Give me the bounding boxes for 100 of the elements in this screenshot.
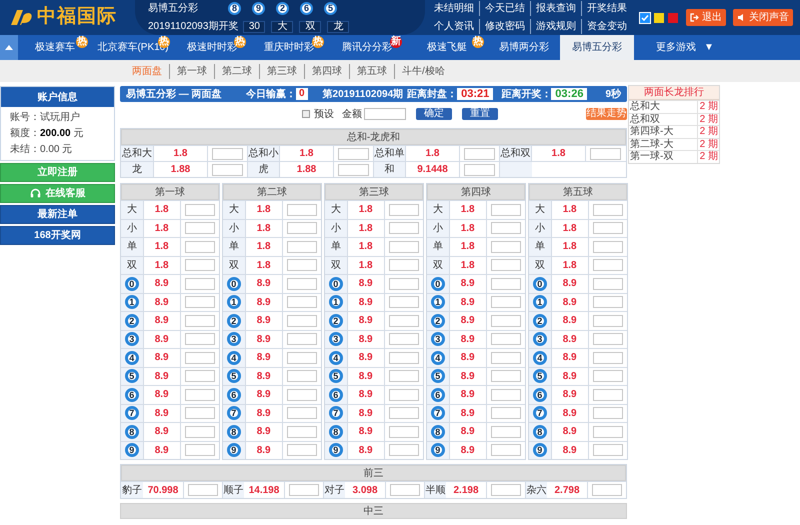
- sidebar-button[interactable]: 最新注单: [0, 205, 115, 224]
- bet-amount-field[interactable]: [490, 444, 522, 456]
- bet-amount-field[interactable]: [388, 296, 420, 308]
- sub-tab[interactable]: 斗牛/梭哈: [394, 64, 452, 78]
- game-tab[interactable]: 极速飞艇 热: [406, 35, 488, 60]
- bet-amount-field[interactable]: [490, 240, 522, 253]
- bet-amount-field[interactable]: [184, 333, 216, 346]
- bet-amount-field[interactable]: [592, 296, 624, 308]
- bet-amount-field[interactable]: [490, 278, 522, 290]
- bet-amount-field[interactable]: [184, 370, 216, 382]
- header-link[interactable]: 未结明细: [429, 1, 479, 16]
- bet-amount-field[interactable]: [212, 164, 244, 176]
- bet-amount-field[interactable]: [464, 148, 496, 160]
- bet-amount-field[interactable]: [388, 388, 420, 401]
- game-tab[interactable]: 重庆时时彩热: [250, 35, 328, 60]
- bet-amount-field[interactable]: [590, 148, 622, 160]
- sub-tab[interactable]: 第三球: [259, 64, 304, 78]
- bet-amount-field[interactable]: [490, 204, 522, 216]
- bet-amount-field[interactable]: [388, 407, 420, 420]
- game-tab[interactable]: 易博五分彩: [560, 35, 634, 60]
- bet-amount-field[interactable]: [490, 222, 522, 234]
- bet-amount-field[interactable]: [184, 426, 216, 438]
- theme-swatch[interactable]: [668, 12, 678, 22]
- sidebar-button[interactable]: 168开奖网: [0, 226, 115, 245]
- bet-amount-field[interactable]: [592, 444, 624, 456]
- bet-amount-field[interactable]: [592, 278, 624, 290]
- bet-amount-field[interactable]: [286, 222, 318, 234]
- bet-amount-field[interactable]: [184, 407, 216, 420]
- bet-amount-field[interactable]: [388, 278, 420, 290]
- bet-amount-field[interactable]: [338, 164, 370, 176]
- bet-amount-field[interactable]: [184, 204, 216, 216]
- game-tab[interactable]: 极速赛车 热: [18, 35, 92, 60]
- game-tab[interactable]: 易博两分彩: [488, 35, 560, 60]
- header-link[interactable]: 修改密码: [479, 19, 530, 34]
- game-tab[interactable]: 极速时时彩热: [174, 35, 250, 60]
- header-link[interactable]: 今天已结: [479, 1, 530, 16]
- bet-amount-field[interactable]: [592, 426, 624, 438]
- bet-amount-field[interactable]: [592, 388, 624, 401]
- bet-amount-field[interactable]: [490, 352, 522, 364]
- amount-field[interactable]: [364, 108, 406, 120]
- bet-amount-field[interactable]: [338, 148, 370, 160]
- bet-amount-field[interactable]: [286, 278, 318, 290]
- bet-amount-field[interactable]: [286, 352, 318, 364]
- bet-amount-field[interactable]: [184, 314, 216, 327]
- theme-swatch[interactable]: [654, 12, 664, 22]
- confirm-button[interactable]: 确定: [416, 108, 452, 120]
- header-link[interactable]: 游戏规则: [530, 19, 581, 34]
- preset-checkbox[interactable]: [302, 110, 310, 118]
- bet-amount-field[interactable]: [184, 259, 216, 272]
- bet-amount-field[interactable]: [592, 352, 624, 364]
- bet-amount-field[interactable]: [388, 352, 420, 364]
- bet-amount-field[interactable]: [388, 444, 420, 456]
- header-link[interactable]: 个人资讯: [429, 19, 479, 34]
- bet-amount-field[interactable]: [388, 259, 420, 272]
- bet-amount-field[interactable]: [390, 484, 420, 496]
- bet-amount-field[interactable]: [464, 164, 496, 176]
- bet-amount-field[interactable]: [388, 370, 420, 382]
- sound-off-button[interactable]: 关闭声音: [733, 9, 793, 26]
- bet-amount-field[interactable]: [592, 240, 624, 253]
- bet-amount-field[interactable]: [388, 240, 420, 253]
- bet-amount-field[interactable]: [490, 314, 522, 327]
- bet-amount-field[interactable]: [592, 222, 624, 234]
- reset-button[interactable]: 重置: [462, 108, 498, 120]
- header-link[interactable]: 报表查询: [530, 1, 581, 16]
- theme-swatch[interactable]: [640, 12, 650, 22]
- bet-amount-field[interactable]: [490, 388, 522, 401]
- sub-tab[interactable]: 第五球: [349, 64, 394, 78]
- bet-amount-field[interactable]: [286, 444, 318, 456]
- bet-amount-field[interactable]: [286, 407, 318, 420]
- bet-amount-field[interactable]: [286, 388, 318, 401]
- sub-tab[interactable]: 第一球: [169, 64, 214, 78]
- bet-amount-field[interactable]: [286, 426, 318, 438]
- bet-amount-field[interactable]: [388, 222, 420, 234]
- bet-amount-field[interactable]: [212, 148, 244, 160]
- bet-amount-field[interactable]: [490, 407, 522, 420]
- bet-amount-field[interactable]: [288, 484, 320, 496]
- bet-amount-field[interactable]: [490, 370, 522, 382]
- bet-amount-field[interactable]: [592, 314, 624, 327]
- header-link[interactable]: 资金变动: [581, 19, 632, 34]
- collapse-button[interactable]: [0, 35, 18, 60]
- bet-amount-field[interactable]: [490, 296, 522, 308]
- bet-amount-field[interactable]: [592, 407, 624, 420]
- bet-amount-field[interactable]: [388, 204, 420, 216]
- bet-amount-field[interactable]: [490, 484, 522, 496]
- header-link[interactable]: 开奖结果: [581, 1, 632, 16]
- bet-amount-field[interactable]: [592, 484, 622, 496]
- logout-button[interactable]: 退出: [686, 9, 726, 26]
- game-tab[interactable]: 腾讯分分彩新: [328, 35, 406, 60]
- bet-amount-field[interactable]: [592, 333, 624, 346]
- bet-amount-field[interactable]: [490, 259, 522, 272]
- bet-amount-field[interactable]: [286, 314, 318, 327]
- sub-tab[interactable]: 第二球: [214, 64, 259, 78]
- bet-amount-field[interactable]: [286, 240, 318, 253]
- bet-amount-field[interactable]: [286, 296, 318, 308]
- bet-amount-field[interactable]: [184, 444, 216, 456]
- more-games-menu[interactable]: 更多游戏 ▼: [656, 35, 714, 60]
- bet-amount-field[interactable]: [286, 259, 318, 272]
- bet-amount-field[interactable]: [490, 333, 522, 346]
- bet-amount-field[interactable]: [184, 352, 216, 364]
- bet-amount-field[interactable]: [184, 222, 216, 234]
